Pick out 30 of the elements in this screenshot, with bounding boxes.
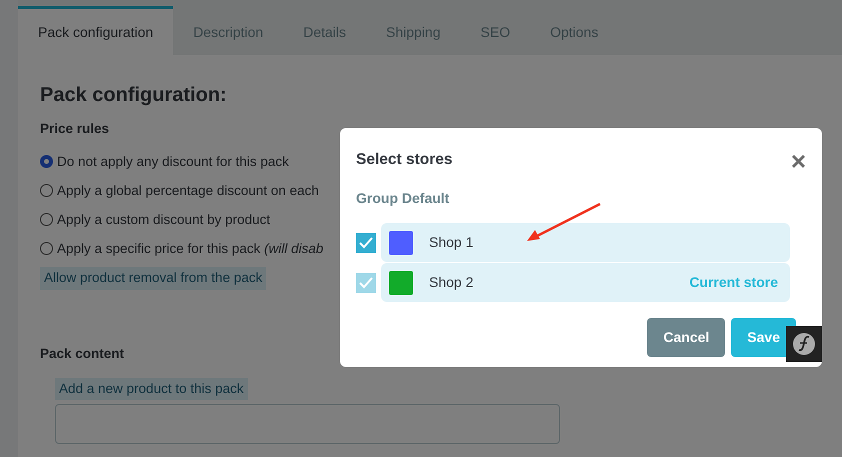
checkbox[interactable] xyxy=(356,232,376,252)
radio-button[interactable] xyxy=(40,213,53,226)
tab[interactable]: SEO xyxy=(460,6,530,55)
product-input-field[interactable] xyxy=(55,404,560,444)
tab[interactable]: Pack configuration xyxy=(18,6,174,55)
radio-label: Apply a specific price for this pack (will disab xyxy=(57,240,324,258)
radio-button[interactable] xyxy=(40,184,53,198)
cancel-button[interactable]: Cancel xyxy=(647,318,726,357)
store-name: Shop 1 xyxy=(429,233,474,252)
section-title: Price rules xyxy=(40,120,110,138)
group-label: Group Default xyxy=(356,189,450,208)
tab[interactable]: Description xyxy=(173,6,284,55)
store-row[interactable]: Shop 1 xyxy=(381,223,790,262)
radio-button[interactable] xyxy=(40,242,53,256)
radio-label: Apply a custom discount by product xyxy=(57,210,270,229)
debug-toolbar-icon[interactable] xyxy=(786,326,822,362)
radio-button[interactable] xyxy=(40,155,53,168)
store-name: Shop 2 xyxy=(429,273,474,292)
tab[interactable]: Shipping xyxy=(366,6,461,55)
modal-title: Select stores xyxy=(356,150,452,170)
radio-label: Apply a global percentage discount on each xyxy=(57,182,319,200)
add-product-link[interactable]: Add a new product to this pack xyxy=(55,378,248,400)
section-title: Pack content xyxy=(40,344,126,362)
allow-removal-link[interactable]: Allow product removal from the pack xyxy=(40,267,266,290)
tab[interactable]: Options xyxy=(530,6,618,55)
tab[interactable]: Details xyxy=(283,6,366,55)
page-heading: Pack configuration: xyxy=(40,83,228,107)
radio-label: Do not apply any discount for this pack xyxy=(57,152,289,171)
close-button[interactable]: × xyxy=(790,148,806,174)
current-store-label: Current store xyxy=(689,273,778,292)
